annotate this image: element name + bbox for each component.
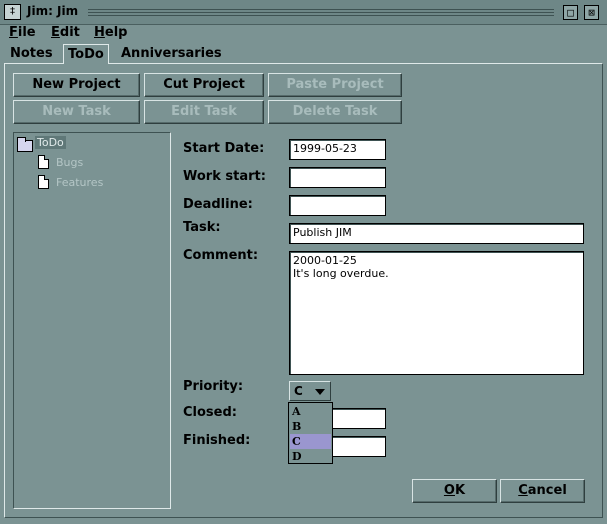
comment-textarea[interactable]: 2000-01-25 It's long overdue.	[289, 251, 584, 375]
priority-option-d[interactable]: D	[290, 449, 331, 464]
tab-todo[interactable]: ToDo	[63, 44, 109, 64]
priority-option-c[interactable]: C	[290, 434, 331, 449]
deadline-field[interactable]	[289, 195, 386, 216]
task-field[interactable]: Publish JIM	[289, 223, 584, 244]
title-grip	[88, 9, 554, 16]
priority-dropdown-list: A B C D	[288, 402, 333, 464]
maximize-icon[interactable]: □	[563, 5, 578, 20]
start-date-label: Start Date:	[183, 141, 265, 156]
tab-notes[interactable]: Notes	[6, 44, 57, 64]
priority-option-a[interactable]: A	[290, 404, 331, 419]
paste-project-button[interactable]: Paste Project	[268, 73, 402, 97]
menu-edit[interactable]: Edit	[51, 25, 80, 40]
app-menu-icon[interactable]: ‡	[4, 4, 21, 20]
comment-label: Comment:	[183, 248, 259, 263]
chevron-down-icon[interactable]	[315, 389, 325, 395]
close-icon[interactable]: ⊠	[584, 5, 599, 20]
delete-task-button[interactable]: Delete Task	[268, 100, 402, 124]
tab-anniversaries[interactable]: Anniversaries	[117, 44, 226, 64]
tree-item-label: Bugs	[56, 156, 84, 169]
document-icon	[38, 175, 49, 189]
ok-button[interactable]: OK	[412, 479, 497, 503]
task-label: Task:	[183, 220, 221, 235]
priority-option-b[interactable]: B	[290, 419, 331, 434]
new-project-button[interactable]: New Project	[13, 73, 140, 97]
tree-item-label: ToDo	[35, 136, 66, 149]
start-date-field[interactable]: 1999-05-23	[289, 139, 386, 160]
window-title: Jim: Jim	[27, 4, 79, 18]
priority-value: C	[294, 384, 303, 398]
cut-project-button[interactable]: Cut Project	[144, 73, 264, 97]
menu-file[interactable]: File	[9, 25, 36, 40]
deadline-label: Deadline:	[183, 197, 253, 212]
work-start-field[interactable]	[289, 167, 386, 188]
finished-label: Finished:	[183, 433, 251, 448]
document-icon	[38, 155, 49, 169]
new-task-button[interactable]: New Task	[13, 100, 140, 124]
title-bar[interactable]: ‡ Jim: Jim □ ⊠	[0, 0, 607, 25]
menu-bar: File Edit Help	[0, 25, 607, 44]
closed-label: Closed:	[183, 405, 237, 420]
edit-task-button[interactable]: Edit Task	[144, 100, 264, 124]
work-start-label: Work start:	[183, 169, 266, 184]
cancel-button[interactable]: Cancel	[500, 479, 585, 503]
tree-item-label: Features	[56, 176, 104, 189]
menu-help[interactable]: Help	[94, 25, 127, 40]
priority-label: Priority:	[183, 379, 244, 394]
folder-icon	[17, 137, 33, 152]
priority-combo[interactable]: C	[289, 381, 331, 401]
